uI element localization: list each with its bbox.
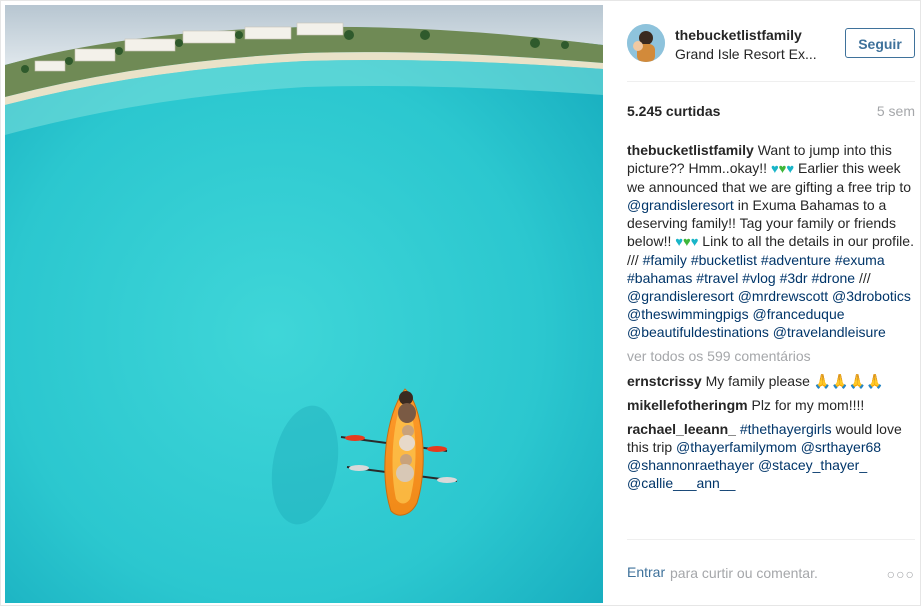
comment-username[interactable]: rachael_leeann_: [627, 421, 736, 437]
hashtag-link[interactable]: #thethayergirls: [740, 421, 832, 437]
mention-link[interactable]: @theswimmingpigs: [627, 306, 749, 322]
blue-heart-icon: ♥: [786, 161, 795, 176]
post-photo[interactable]: [5, 5, 603, 603]
mention-link[interactable]: @3drobotics: [832, 288, 911, 304]
hashtag-link[interactable]: #bahamas: [627, 270, 692, 286]
pray-emoji-icon: 🙏🙏🙏🙏: [813, 373, 884, 389]
follow-button[interactable]: Seguir: [845, 28, 915, 58]
instagram-post: thebucketlistfamily Grand Isle Resort Ex…: [0, 0, 921, 606]
hashtag-link[interactable]: #travel: [696, 270, 738, 286]
post-timestamp[interactable]: 5 sem: [877, 103, 915, 119]
comment-input[interactable]: [670, 563, 870, 583]
more-options-icon[interactable]: ○○○: [887, 566, 915, 582]
avatar-image-icon: [627, 24, 665, 62]
hashtag-link[interactable]: #exuma: [835, 252, 885, 268]
mention-link[interactable]: @shannonraethayer: [627, 457, 754, 473]
mention-link[interactable]: @mrdrewscott: [738, 288, 828, 304]
owner-username[interactable]: thebucketlistfamily: [675, 27, 802, 43]
green-heart-icon: ♥: [682, 234, 691, 249]
comment-text: Plz for my mom!!!!: [751, 397, 865, 413]
post-location[interactable]: Grand Isle Resort Ex...: [675, 46, 825, 62]
comment-username[interactable]: ernstcrissy: [627, 373, 702, 389]
drone-photo-illustration: [5, 5, 603, 603]
hashtag-link[interactable]: #family: [643, 252, 687, 268]
avatar[interactable]: [627, 24, 665, 62]
hashtag-link[interactable]: #drone: [811, 270, 855, 286]
hashtag-link[interactable]: #bucketlist: [691, 252, 757, 268]
comment-item: rachael_leeann_ #thethayergirls would lo…: [627, 420, 915, 492]
caption-text: ///: [855, 270, 871, 286]
caption: thebucketlistfamily Want to jump into th…: [627, 141, 915, 341]
add-comment-section: Entrar ○○○: [627, 539, 915, 590]
likes-count[interactable]: 5.245 curtidas: [627, 103, 720, 119]
comment-username[interactable]: mikellefotheringm: [627, 397, 748, 413]
mention-link[interactable]: @thayerfamilymom: [676, 439, 797, 455]
blue-heart-icon: ♥: [770, 161, 779, 176]
mention-link[interactable]: @grandisleresort: [627, 197, 734, 213]
blue-heart-icon: ♥: [675, 234, 683, 249]
comments-list: thebucketlistfamily Want to jump into th…: [627, 141, 915, 498]
comment-item: mikellefotheringm Plz for my mom!!!!: [627, 396, 915, 414]
hashtag-link[interactable]: #adventure: [761, 252, 831, 268]
mention-link[interactable]: @callie___ann__: [627, 475, 735, 491]
mention-link[interactable]: @stacey_thayer_: [758, 457, 867, 473]
mention-link[interactable]: @travelandleisure: [773, 324, 886, 340]
mention-link[interactable]: @beautifuldestinations: [627, 324, 769, 340]
post-header: thebucketlistfamily Grand Isle Resort Ex…: [627, 21, 915, 82]
likes-row: 5.245 curtidas 5 sem: [627, 103, 915, 123]
login-link[interactable]: Entrar: [627, 564, 665, 580]
post-side-panel: thebucketlistfamily Grand Isle Resort Ex…: [607, 1, 921, 607]
comment-text: My family please: [705, 373, 814, 389]
hashtag-link[interactable]: #3dr: [780, 270, 808, 286]
hashtag-link[interactable]: #vlog: [742, 270, 775, 286]
mention-link[interactable]: @grandisleresort: [627, 288, 734, 304]
comment-item: ernstcrissy My family please 🙏🙏🙏🙏: [627, 372, 915, 390]
mention-link[interactable]: @srthayer68: [801, 439, 881, 455]
caption-username[interactable]: thebucketlistfamily: [627, 142, 754, 158]
view-all-comments-link[interactable]: ver todos os 599 comentários: [627, 347, 915, 365]
mention-link[interactable]: @franceduque: [752, 306, 844, 322]
